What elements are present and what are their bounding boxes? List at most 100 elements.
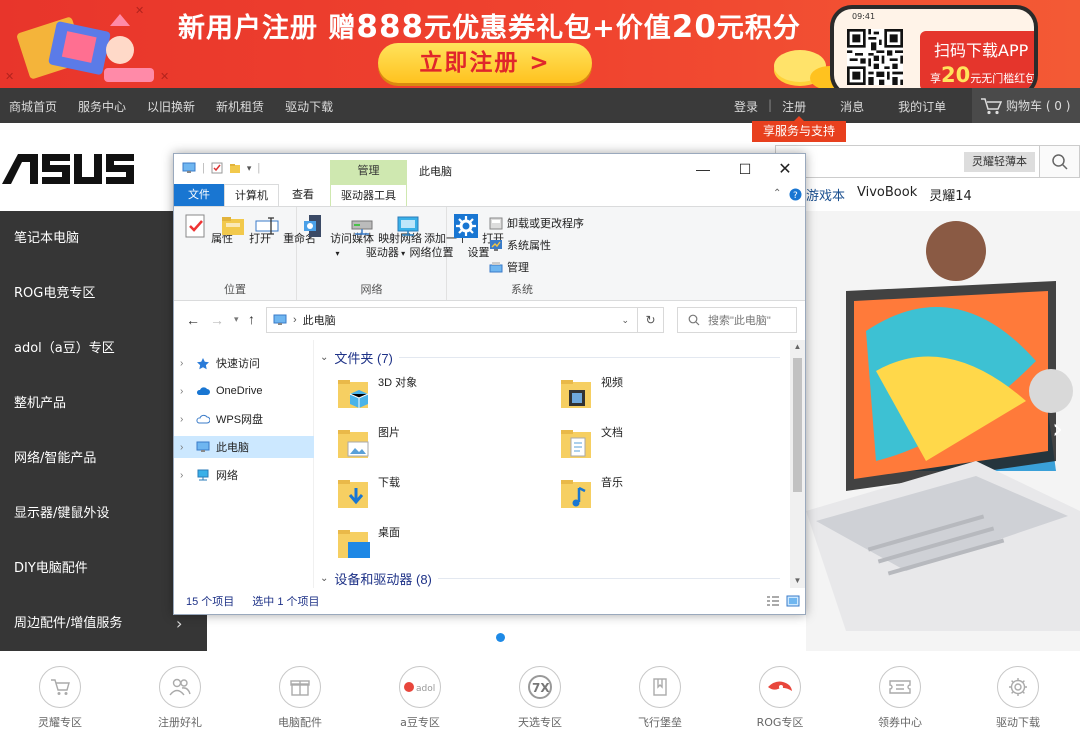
ribbon-group-system: 打开 设置 卸载或更改程序 系统属性 管理 系统	[447, 207, 597, 300]
explorer-search-input[interactable]: 搜索"此电脑"	[677, 307, 797, 333]
maximize-button[interactable]: ☐	[723, 154, 767, 184]
qr-code-icon[interactable]	[847, 29, 903, 85]
nav-this-pc[interactable]: › 此电脑	[174, 436, 314, 458]
quick-link[interactable]: 灵耀专区	[0, 662, 120, 730]
nav-link-home[interactable]: 商城首页	[9, 98, 57, 115]
asus-logo[interactable]	[2, 152, 134, 184]
folder-item[interactable]: 图片	[336, 422, 536, 468]
folder-item[interactable]: 桌面	[336, 522, 536, 568]
expand-chevron-icon[interactable]: ›	[180, 414, 190, 425]
help-icon[interactable]: ?	[789, 188, 802, 201]
folder-item[interactable]: 下载	[336, 472, 536, 518]
nav-link-service[interactable]: 服务中心	[78, 98, 126, 115]
quick-link[interactable]: 电脑配件	[240, 662, 360, 730]
folder-item[interactable]: 3D 对象	[336, 372, 536, 418]
expand-chevron-icon[interactable]: ›	[180, 386, 190, 397]
register-link[interactable]: 注册	[782, 98, 806, 115]
cart-button[interactable]: 购物车 ( 0 )	[972, 88, 1080, 123]
nav-link-trade-in[interactable]: 以旧换新	[147, 98, 195, 115]
open-folder-icon	[222, 217, 244, 235]
title-bar[interactable]: | ▾ | 管理 此电脑 — ☐ ✕	[174, 154, 805, 184]
manage-button[interactable]: 管理	[489, 259, 529, 275]
collapse-chevron-icon[interactable]: ⌄	[320, 352, 328, 363]
category-item[interactable]: adol（a豆）专区	[0, 321, 174, 376]
back-arrow-icon[interactable]: ←	[186, 312, 200, 328]
hot-word[interactable]: VivoBook	[857, 185, 917, 204]
scrollbar-thumb[interactable]	[793, 358, 802, 492]
quick-link[interactable]: 注册好礼	[120, 662, 240, 730]
folder-item[interactable]: 音乐	[559, 472, 759, 518]
hot-word[interactable]: 游戏本	[806, 185, 845, 204]
collapse-chevron-icon[interactable]: ⌄	[320, 573, 328, 584]
qat-dropdown-icon[interactable]: ▾	[247, 163, 252, 174]
quick-link[interactable]: 领券中心	[840, 662, 960, 730]
nav-network[interactable]: › 网络	[174, 464, 314, 486]
folder-item[interactable]: 文档	[559, 422, 759, 468]
tab-computer[interactable]: 计算机	[224, 184, 279, 206]
category-item[interactable]: ROG电竞专区	[0, 266, 174, 321]
section-folders[interactable]: ⌄ 文件夹 (7)	[320, 348, 780, 367]
nav-onedrive[interactable]: › OneDrive	[174, 380, 314, 402]
section-devices[interactable]: ⌄ 设备和驱动器 (8)	[320, 569, 780, 588]
category-item[interactable]: 整机产品	[0, 376, 174, 431]
uninstall-program-button[interactable]: 卸载或更改程序	[489, 215, 584, 231]
folder-item[interactable]: 视频	[559, 372, 759, 418]
tab-view[interactable]: 查看	[282, 184, 324, 206]
nav-wps-drive[interactable]: › WPS网盘	[174, 408, 314, 430]
expand-chevron-icon[interactable]: ›	[180, 470, 190, 481]
vertical-scrollbar[interactable]: ▲ ▼	[790, 340, 805, 588]
nav-link-drivers[interactable]: 驱动下载	[285, 98, 333, 115]
group-label-location: 位置	[224, 284, 246, 296]
expand-chevron-icon[interactable]: ›	[180, 358, 190, 369]
details-view-icon[interactable]	[766, 595, 780, 607]
login-link[interactable]: 登录	[734, 98, 758, 115]
tab-file[interactable]: 文件	[174, 184, 224, 206]
site-search-input[interactable]: 灵耀轻薄本	[775, 145, 1040, 178]
scroll-down-icon[interactable]: ▼	[792, 576, 803, 585]
close-button[interactable]: ✕	[763, 154, 807, 184]
collapse-ribbon-icon[interactable]: ⌃	[773, 188, 781, 199]
quick-link[interactable]: 7X 天选专区	[480, 662, 600, 730]
category-item[interactable]: 笔记本电脑	[0, 211, 174, 266]
recent-locations-icon[interactable]: ▾	[234, 314, 239, 325]
explorer-window[interactable]: | ▾ | 管理 此电脑 — ☐ ✕ 文件 计算机 查看 驱动器工具 ⌃ ? 属…	[173, 153, 806, 615]
quick-link[interactable]: ROG专区	[720, 662, 840, 730]
search-suggest-tag[interactable]: 灵耀轻薄本	[964, 152, 1035, 172]
address-dropdown-icon[interactable]: ⌄	[621, 315, 629, 326]
tab-drive-tools[interactable]: 驱动器工具	[330, 184, 407, 206]
quick-link[interactable]: 驱动下载	[958, 662, 1078, 730]
nav-link-rental[interactable]: 新机租赁	[216, 98, 264, 115]
category-item[interactable]: DIY电脑配件	[0, 541, 174, 596]
selected-count: 选中 1 个项目	[252, 596, 320, 608]
refresh-button[interactable]: ↻	[638, 307, 664, 333]
top-nav: 商城首页 服务中心 以旧换新 新机租赁 驱动下载 登录 | 注册 消息 我的订单…	[0, 88, 1080, 123]
carousel-next-arrow[interactable]: ›	[1052, 412, 1063, 445]
category-item[interactable]: 显示器/键鼠外设	[0, 486, 174, 541]
quick-link[interactable]: 飞行堡垒	[600, 662, 720, 730]
quick-link[interactable]: adol a豆专区	[360, 662, 480, 730]
site-search-button[interactable]	[1040, 145, 1080, 178]
minimize-button[interactable]: —	[681, 154, 725, 184]
forward-arrow-icon[interactable]: →	[210, 312, 224, 328]
scroll-up-icon[interactable]: ▲	[792, 342, 803, 351]
large-icons-view-icon[interactable]	[786, 595, 800, 607]
navigation-pane: › 快速访问 › OneDrive › WPS网盘 › 此电脑 › 网络	[174, 340, 314, 588]
promo-banner[interactable]: ✕ ✕ ✕ 新用户注册 赠888元优惠券礼包+价值20元积分 立即注册 > 09…	[0, 0, 1080, 88]
new-folder-icon[interactable]	[229, 162, 241, 174]
hero-carousel[interactable]	[806, 211, 1080, 651]
deco-cross: ✕	[160, 70, 170, 83]
messages-link[interactable]: 消息	[840, 98, 864, 115]
up-arrow-icon[interactable]: ↑	[248, 311, 255, 327]
hot-word[interactable]: 灵耀14	[929, 185, 972, 204]
computer-icon[interactable]	[182, 162, 196, 174]
orders-link[interactable]: 我的订单	[898, 98, 946, 115]
properties-check-icon[interactable]	[211, 162, 223, 174]
system-properties-button[interactable]: 系统属性	[489, 237, 551, 253]
carousel-dot[interactable]	[496, 633, 505, 642]
category-item[interactable]: 网络/智能产品	[0, 431, 174, 486]
address-bar[interactable]: › 此电脑 ⌄	[266, 307, 638, 333]
nav-quick-access[interactable]: › 快速访问	[174, 352, 314, 374]
expand-chevron-icon[interactable]: ›	[180, 442, 190, 453]
ribbon: 属性 打开 重命名 位置 访问媒体 ▾ 映射网络 驱动器 ▾ 添加一个 网络位置…	[174, 206, 805, 301]
register-now-button[interactable]: 立即注册 >	[378, 43, 592, 83]
